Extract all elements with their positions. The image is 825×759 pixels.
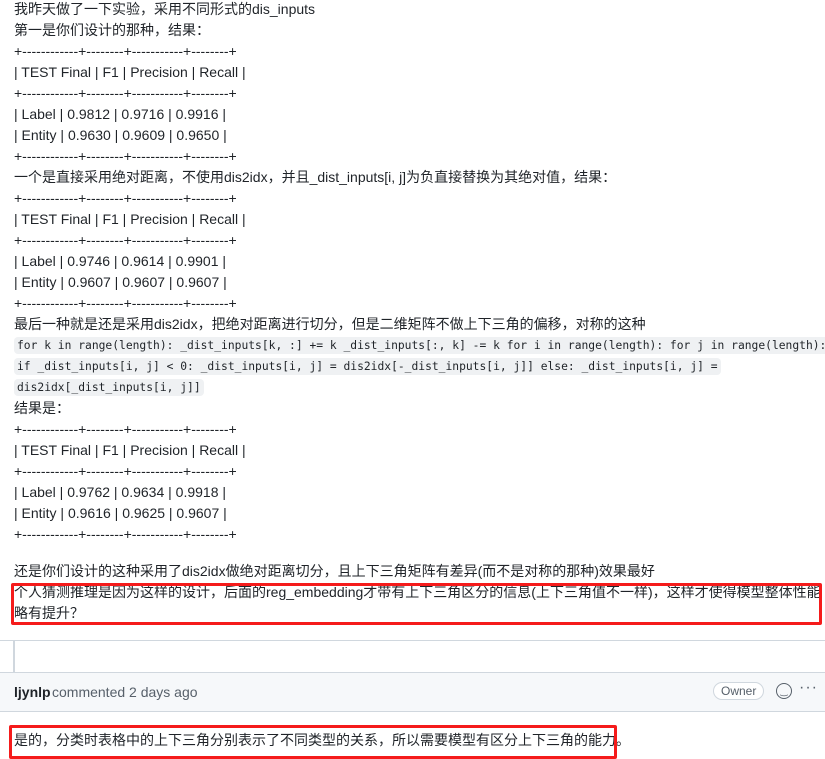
- timeline-line: [13, 641, 15, 672]
- text-line: +------------+--------+-----------+-----…: [14, 526, 237, 542]
- text-line: +------------+--------+-----------+-----…: [14, 148, 237, 164]
- text-line: | Label | 0.9762 | 0.9634 | 0.9918 |: [14, 484, 227, 500]
- text-line: +------------+--------+-----------+-----…: [14, 463, 237, 479]
- text-line: 第一是你们设计的那种，结果：: [14, 22, 210, 38]
- comment-1: 我昨天做了一下实验，采用不同形式的dis_inputs 第一是你们设计的那种，结果…: [0, 0, 825, 641]
- text-line: +------------+--------+-----------+-----…: [14, 295, 237, 311]
- comment-body: 我昨天做了一下实验，采用不同形式的dis_inputs 第一是你们设计的那种，结果…: [14, 0, 825, 624]
- inline-code: for k in range(length): _dist_inputs[k, …: [14, 337, 825, 354]
- text-line: +------------+--------+-----------+-----…: [14, 190, 237, 206]
- text-line: | TEST Final | F1 | Precision | Recall |: [14, 211, 246, 227]
- text-line: | TEST Final | F1 | Precision | Recall |: [14, 442, 246, 458]
- text-line: +------------+--------+-----------+-----…: [14, 85, 237, 101]
- text-line: 最后一种就是还是采用dis2idx，把绝对距离进行切分，但是二维矩阵不做上下三角…: [14, 316, 646, 332]
- text-line: 结果是：: [14, 400, 70, 416]
- code-line: dis2idx[_dist_inputs[i, j]]: [14, 377, 822, 398]
- code-line: for k in range(length): _dist_inputs[k, …: [14, 335, 825, 356]
- text-line: +------------+--------+-----------+-----…: [14, 43, 237, 59]
- text-line: | Entity | 0.9616 | 0.9625 | 0.9607 |: [14, 505, 227, 521]
- comment-author[interactable]: ljynlp: [14, 684, 51, 700]
- smiley-icon[interactable]: ‿: [776, 683, 792, 699]
- text-line: +------------+--------+-----------+-----…: [14, 232, 237, 248]
- comment-timestamp[interactable]: commented 2 days ago: [52, 684, 198, 700]
- text-line: 我昨天做了一下实验，采用不同形式的dis_inputs: [14, 1, 316, 17]
- highlight-box-question: [11, 583, 822, 625]
- text-line: | Entity | 0.9607 | 0.9607 | 0.9607 |: [14, 274, 227, 290]
- highlight-box-reply: [9, 725, 617, 759]
- text-line: | TEST Final | F1 | Precision | Recall |: [14, 64, 246, 80]
- text-line: | Label | 0.9746 | 0.9614 | 0.9901 |: [14, 253, 227, 269]
- inline-code: if _dist_inputs[i, j] < 0: _dist_inputs[…: [14, 358, 721, 375]
- conclusion-text: 还是你们设计的这种采用了dis2idx做绝对距离切分，且上下三角矩阵有差异(而不…: [14, 563, 655, 579]
- text-line: | Entity | 0.9630 | 0.9609 | 0.9650 |: [14, 127, 227, 143]
- owner-badge: Owner: [713, 682, 765, 700]
- text-line: | Label | 0.9812 | 0.9716 | 0.9916 |: [14, 106, 227, 122]
- kebab-horizontal-icon[interactable]: ···: [799, 679, 818, 697]
- comment-header: ljynlp commented 2 days ago Owner ‿ ···: [0, 672, 825, 712]
- code-line: if _dist_inputs[i, j] < 0: _dist_inputs[…: [14, 356, 822, 377]
- text-line: 一个是直接采用绝对距离，不使用dis2idx，并且_dist_inputs[i,…: [14, 169, 617, 185]
- text-line: +------------+--------+-----------+-----…: [14, 421, 237, 437]
- inline-code: dis2idx[_dist_inputs[i, j]]: [14, 379, 204, 396]
